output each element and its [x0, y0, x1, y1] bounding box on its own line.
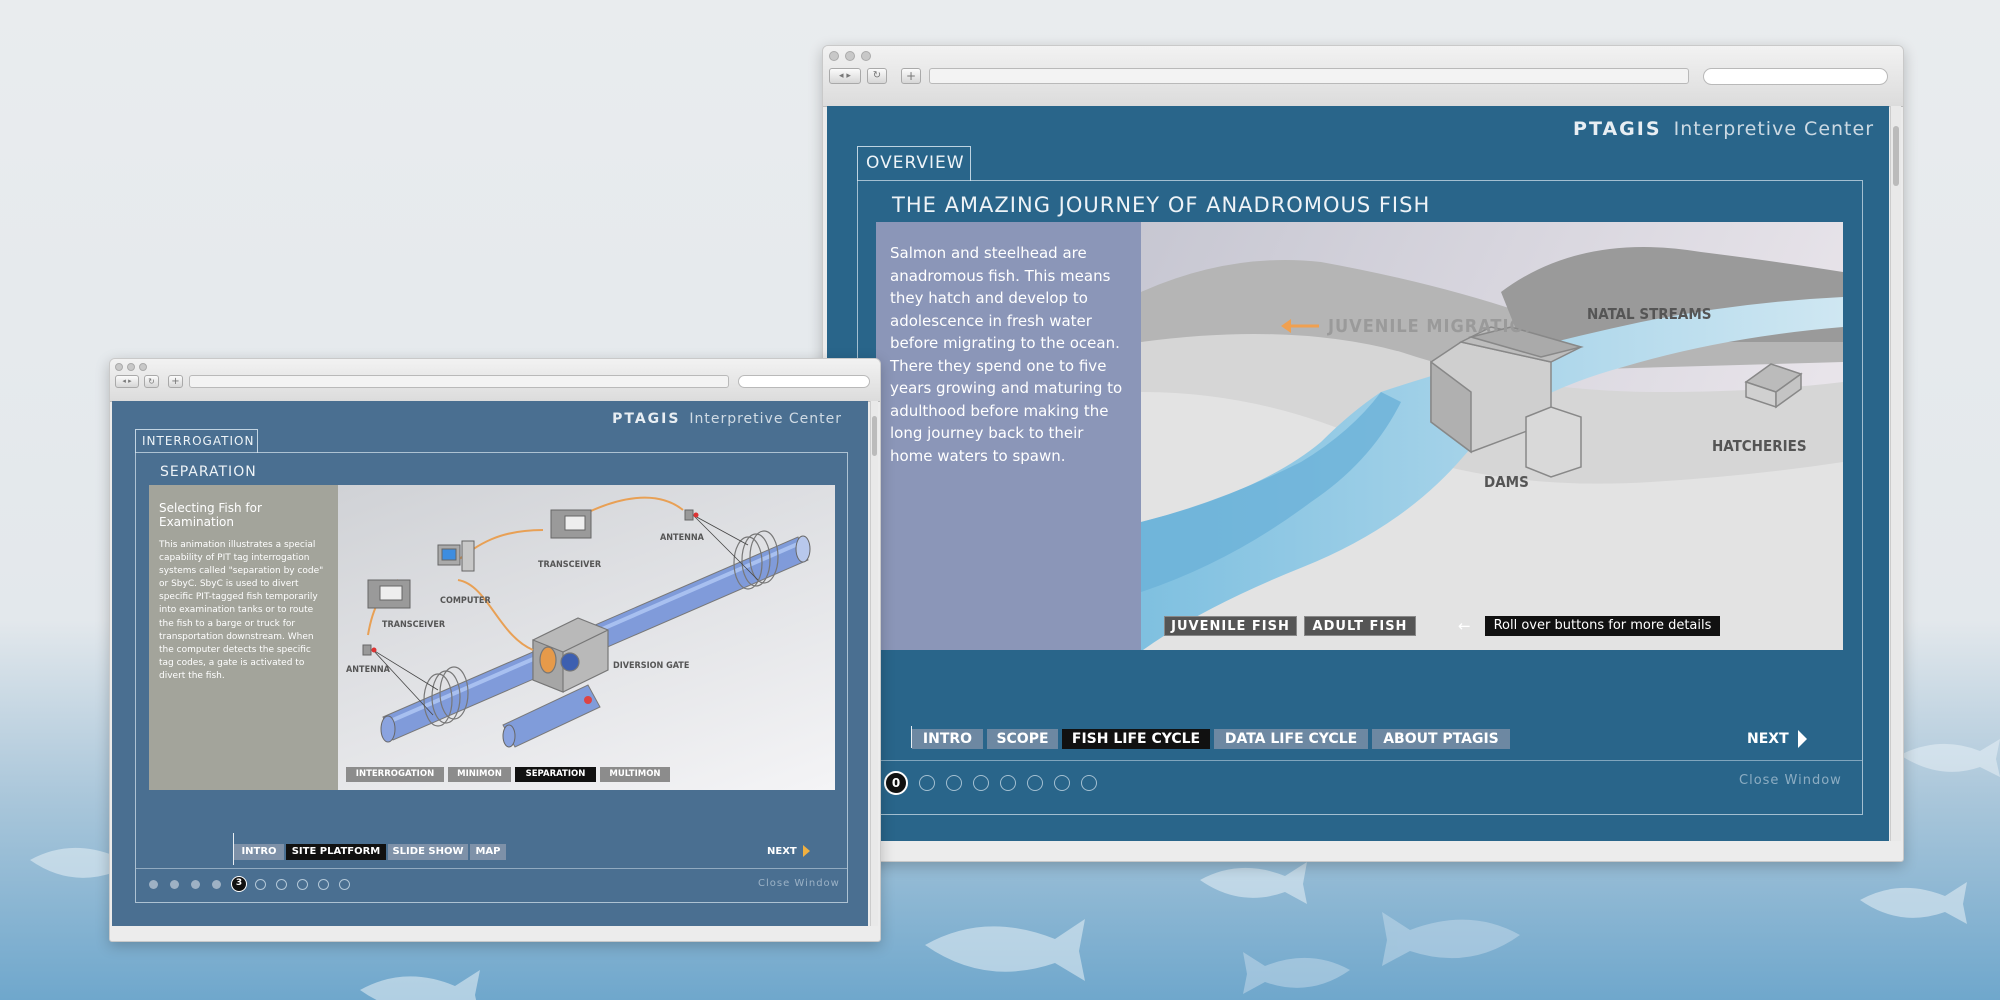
- right-browser-window: ◂ ▸ ↻ + PTAGIS Interpretive Center OVERV…: [822, 45, 1904, 862]
- next-arrow-icon: [1797, 730, 1807, 748]
- page-dot-visited[interactable]: [212, 879, 221, 889]
- page-dot-current[interactable]: 0: [884, 771, 908, 795]
- scrollbar-thumb[interactable]: [872, 416, 877, 456]
- label-dams: DAMS: [1484, 473, 1529, 491]
- address-bar[interactable]: [929, 68, 1689, 84]
- right-scrollbar[interactable]: [1890, 106, 1901, 841]
- reload-button[interactable]: ↻: [867, 68, 887, 84]
- page-title: SEPARATION: [160, 464, 257, 480]
- label-transceiver-left: TRANSCEIVER: [382, 620, 446, 630]
- section-tab-overview[interactable]: OVERVIEW: [857, 146, 971, 181]
- label-diversion-gate: DIVERSION GATE: [613, 661, 689, 671]
- nav-site-platform[interactable]: SITE PLATFORM: [286, 844, 386, 860]
- page-dot[interactable]: [276, 878, 287, 890]
- left-browser-toolbar: ◂ ▸ ↻ +: [110, 359, 880, 402]
- back-forward-button[interactable]: ◂ ▸: [829, 68, 861, 84]
- page-dot-current[interactable]: 3: [231, 876, 247, 892]
- page-title: THE AMAZING JOURNEY OF ANADROMOUS FISH: [892, 193, 1431, 217]
- nav-intro[interactable]: INTRO: [234, 844, 284, 860]
- nav-divider: [858, 760, 1862, 761]
- back-forward-button[interactable]: ◂ ▸: [115, 375, 139, 388]
- right-app-content: PTAGIS Interpretive Center OVERVIEW THE …: [827, 106, 1889, 841]
- separation-diagram: TRANSCEIVER ANTENNA COMPUTER TRANSCEIVER…: [338, 485, 835, 790]
- nav-about-ptagis[interactable]: ABOUT PTAGIS: [1372, 729, 1510, 749]
- brand-logo: PTAGIS Interpretive Center: [1573, 118, 1874, 140]
- page-dot-visited[interactable]: [149, 879, 158, 889]
- search-field[interactable]: [738, 375, 870, 388]
- nav-intro[interactable]: INTRO: [912, 729, 983, 749]
- page-dot[interactable]: [339, 878, 350, 890]
- page-dot[interactable]: [297, 878, 308, 890]
- window-minimize-dot[interactable]: [845, 51, 855, 61]
- window-minimize-dot[interactable]: [127, 363, 135, 371]
- left-app-content: PTAGIS Interpretive Center INTERROGATION…: [112, 401, 868, 926]
- page-dot-visited[interactable]: [170, 879, 179, 889]
- label-antenna-top: ANTENNA: [660, 533, 705, 543]
- next-arrow-icon: [803, 845, 811, 857]
- nav-map[interactable]: MAP: [470, 844, 506, 860]
- label-transceiver-top: TRANSCEIVER: [538, 560, 602, 570]
- nav-divider: [136, 868, 847, 869]
- right-browser-toolbar: ◂ ▸ ↻ +: [823, 46, 1903, 107]
- subtab-multimon[interactable]: MULTIMON: [600, 767, 670, 782]
- label-antenna-left: ANTENNA: [346, 665, 391, 675]
- page-dot[interactable]: [1081, 775, 1097, 791]
- add-bookmark-button[interactable]: +: [168, 375, 183, 388]
- panel-body: This animation illustrates a special cap…: [159, 540, 324, 681]
- close-window-link[interactable]: Close Window: [1739, 773, 1842, 788]
- next-button[interactable]: NEXT: [1747, 730, 1807, 748]
- nav-slide-show[interactable]: SLIDE SHOW: [388, 844, 468, 860]
- main-nav: INTRO SCOPE FISH LIFE CYCLE DATA LIFE CY…: [912, 729, 1510, 749]
- left-scrollbar[interactable]: [870, 401, 878, 926]
- nav-fish-life-cycle[interactable]: FISH LIFE CYCLE: [1062, 729, 1210, 749]
- scrollbar-thumb[interactable]: [1893, 126, 1899, 186]
- migration-map: JUVENILE MIGRATION NATAL STREAMS HATCHER…: [1141, 222, 1843, 650]
- description-panel: Salmon and steelhead are anadromous fish…: [876, 222, 1141, 650]
- label-computer: COMPUTER: [440, 596, 491, 606]
- page-dot-visited[interactable]: [191, 879, 200, 889]
- label-natal-streams: NATAL STREAMS: [1587, 305, 1712, 323]
- panel-title: Selecting Fish for Examination: [159, 501, 262, 529]
- page-dot[interactable]: [946, 775, 962, 791]
- brand-logo: PTAGIS Interpretive Center: [612, 411, 842, 427]
- window-close-dot[interactable]: [115, 363, 123, 371]
- close-window-link[interactable]: Close Window: [758, 878, 840, 889]
- page-dot[interactable]: [1000, 775, 1016, 791]
- label-juvenile-migration: JUVENILE MIGRATION: [1327, 316, 1539, 337]
- page-dot[interactable]: [255, 878, 266, 890]
- page-dots: 3: [149, 876, 361, 892]
- window-zoom-dot[interactable]: [861, 51, 871, 61]
- page-dot[interactable]: [1027, 775, 1043, 791]
- page-dot[interactable]: [318, 878, 329, 890]
- juvenile-fish-button[interactable]: JUVENILE FISH: [1164, 616, 1297, 636]
- subtab-minimon[interactable]: MINIMON: [448, 767, 511, 782]
- page-dots: 0: [857, 771, 1108, 795]
- page-dot[interactable]: [1054, 775, 1070, 791]
- reload-button[interactable]: ↻: [144, 375, 159, 388]
- address-bar[interactable]: [189, 375, 729, 388]
- add-bookmark-button[interactable]: +: [901, 68, 921, 84]
- window-zoom-dot[interactable]: [139, 363, 147, 371]
- search-field[interactable]: [1703, 68, 1888, 85]
- description-panel: Selecting Fish for Examination This anim…: [149, 485, 338, 790]
- label-hatcheries: HATCHERIES: [1712, 437, 1807, 455]
- subtab-interrogation[interactable]: INTERROGATION: [346, 767, 444, 782]
- subtab-separation[interactable]: SEPARATION: [515, 767, 596, 782]
- section-tab-interrogation[interactable]: INTERROGATION: [135, 429, 258, 453]
- left-browser-window: ◂ ▸ ↻ + PTAGIS Interpretive Center INTER…: [109, 358, 881, 942]
- page-dot[interactable]: [973, 775, 989, 791]
- rollover-hint: Roll over buttons for more details: [1485, 616, 1720, 636]
- next-button[interactable]: NEXT: [767, 845, 811, 857]
- nav-data-life-cycle[interactable]: DATA LIFE CYCLE: [1214, 729, 1368, 749]
- hint-arrow-icon: ←: [1458, 617, 1471, 635]
- diagram-tabs: INTERROGATION MINIMON SEPARATION MULTIMO…: [346, 767, 670, 782]
- page-dot[interactable]: [919, 775, 935, 791]
- window-close-dot[interactable]: [829, 51, 839, 61]
- nav-scope[interactable]: SCOPE: [987, 729, 1058, 749]
- adult-fish-button[interactable]: ADULT FISH: [1304, 616, 1416, 636]
- main-nav: INTRO SITE PLATFORM SLIDE SHOW MAP: [234, 844, 506, 860]
